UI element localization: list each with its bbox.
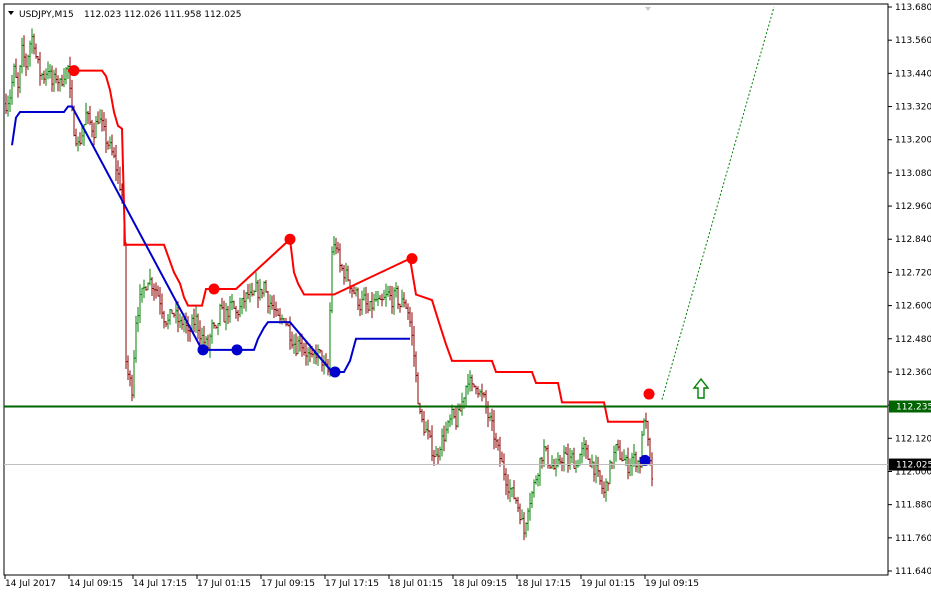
x-tick-label: 17 Jul 01:15 [197, 579, 251, 589]
current-price-label: 112.025 [896, 461, 931, 471]
sell-signal-dot [208, 283, 220, 295]
symbol-label: USDJPY,M15 [19, 10, 74, 20]
y-tick-label: 113.320 [895, 103, 931, 113]
y-tick-label: 111.760 [895, 534, 931, 544]
x-tick-label: 14 Jul 09:15 [69, 579, 123, 589]
x-tick-label: 14 Jul 2017 [5, 579, 56, 589]
x-tick-label: 18 Jul 01:15 [389, 579, 443, 589]
x-tick-label: 17 Jul 09:15 [261, 579, 315, 589]
y-tick-label: 112.840 [895, 235, 931, 245]
x-tick-label: 19 Jul 01:15 [581, 579, 635, 589]
x-tick-label: 14 Jul 17:15 [133, 579, 187, 589]
y-tick-label: 112.120 [895, 434, 931, 444]
ohlc-values: 112.023 112.026 111.958 112.025 [84, 10, 241, 20]
y-tick-label: 113.680 [895, 3, 931, 13]
y-tick-label: 112.720 [895, 268, 931, 278]
x-tick-label: 19 Jul 09:15 [645, 579, 699, 589]
level-price-label: 112.235 [896, 403, 931, 413]
x-tick-label: 18 Jul 09:15 [453, 579, 507, 589]
buy-signal-dot [197, 344, 209, 356]
y-tick-label: 112.960 [895, 202, 931, 212]
x-tick-label: 17 Jul 17:15 [325, 579, 379, 589]
buy-signal-dot [329, 366, 341, 378]
sell-signal-dot [284, 233, 296, 245]
price-axis[interactable]: 113.680 113.560 113.440 113.320 113.200 113.0… [888, 3, 931, 577]
x-tick-label: 18 Jul 17:15 [517, 579, 571, 589]
time-axis[interactable]: 14 Jul 2017 14 Jul 09:15 14 Jul 17:15 17 Ju… [4, 575, 699, 589]
price-chart[interactable]: USDJPY,M15 112.023 112.026 111.958 112.0… [0, 0, 931, 595]
sell-signal-dot [643, 388, 655, 400]
y-tick-label: 113.200 [895, 136, 931, 146]
sell-signal-dot [406, 253, 418, 265]
y-tick-label: 112.480 [895, 335, 931, 345]
y-tick-label: 113.560 [895, 36, 931, 46]
y-tick-label: 111.880 [895, 501, 931, 511]
y-tick-label: 111.640 [895, 567, 931, 577]
y-tick-label: 112.600 [895, 302, 931, 312]
buy-signal-dot [231, 344, 243, 356]
y-tick-label: 113.440 [895, 69, 931, 79]
y-tick-label: 113.080 [895, 169, 931, 179]
sell-signal-dot [68, 65, 80, 77]
y-tick-label: 112.360 [895, 368, 931, 378]
plot-frame [3, 3, 889, 576]
